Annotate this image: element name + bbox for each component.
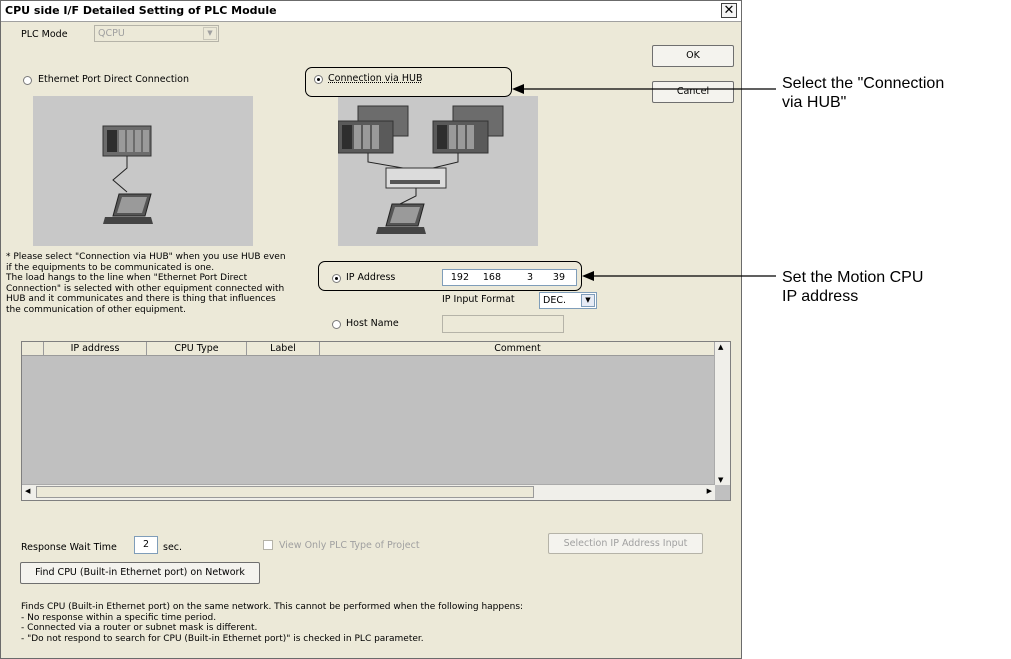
direct-connection-label: Ethernet Port Direct Connection [38, 74, 190, 85]
col-cpu-type[interactable]: CPU Type [147, 342, 247, 355]
selection-ip-input-button[interactable]: Selection IP Address Input [548, 533, 703, 554]
hub-note: * Please select "Connection via HUB" whe… [6, 252, 318, 315]
find-cpu-button[interactable]: Find CPU (Built-in Ethernet port) on Net… [20, 562, 260, 584]
ip-format-value: DEC. [543, 295, 566, 306]
cpu-list-table[interactable]: IP address CPU Type Label Comment ▲ ▼ ◀ … [21, 341, 731, 501]
ip-format-select[interactable]: DEC. ▼ [539, 292, 597, 309]
hub-arrow-icon [512, 84, 776, 94]
direct-connection-image [33, 96, 253, 246]
scroll-left-icon[interactable]: ◀ [25, 487, 30, 495]
find-note-line: - "Do not respond to search for CPU (Bui… [21, 633, 424, 644]
scroll-down-icon[interactable]: ▼ [718, 476, 723, 484]
response-wait-label: Response Wait Time [21, 542, 117, 553]
col-comment[interactable]: Comment [320, 342, 715, 355]
hub-diagram-icon [337, 105, 504, 234]
vertical-scrollbar[interactable]: ▲ ▼ [714, 342, 730, 485]
ip-arrow-icon [582, 271, 776, 281]
ip-annotation-line: IP address [782, 288, 859, 305]
row-header-cell [22, 342, 44, 355]
scroll-right-icon[interactable]: ▶ [707, 487, 712, 495]
hub-connection-image [337, 96, 538, 246]
hub-callout-box [305, 67, 512, 97]
col-label[interactable]: Label [247, 342, 320, 355]
find-note: Finds CPU (Built-in Ethernet port) on th… [21, 602, 731, 644]
scroll-thumb[interactable] [36, 486, 534, 498]
horizontal-scrollbar[interactable]: ◀ ▶ [22, 484, 715, 500]
host-name-label: Host Name [346, 318, 399, 329]
find-note-line: - No response within a specific time per… [21, 612, 217, 623]
plc-mode-select[interactable]: QCPU ▼ [94, 25, 219, 42]
hub-annotation-line: Select the "Connection [782, 75, 945, 92]
direct-diagram-icon [102, 125, 153, 224]
ip-annotation: Set the Motion CPU IP address [782, 268, 923, 306]
host-name-radio[interactable] [332, 320, 341, 329]
find-note-line: Finds CPU (Built-in Ethernet port) on th… [21, 602, 524, 612]
chevron-down-icon: ▼ [203, 27, 217, 40]
ip-callout-box [318, 261, 582, 291]
response-wait-unit: sec. [163, 542, 183, 553]
host-name-input[interactable] [442, 315, 564, 333]
view-only-label: View Only PLC Type of Project [279, 540, 420, 551]
note-line: the communication of other equipment. [6, 304, 187, 315]
plc-mode-value: QCPU [98, 28, 125, 39]
chevron-down-icon: ▼ [581, 294, 595, 307]
hub-annotation: Select the "Connection via HUB" [782, 74, 944, 112]
ok-button[interactable]: OK [652, 45, 734, 67]
note-line: The load hangs to the line when "Etherne… [6, 273, 248, 283]
dialog-title: CPU side I/F Detailed Setting of PLC Mod… [5, 4, 277, 17]
col-ip-address[interactable]: IP address [44, 342, 147, 355]
find-note-line: - Connected via a router or subnet mask … [21, 623, 258, 633]
note-line: HUB and it communicates and there is thi… [6, 294, 276, 304]
plc-mode-label: PLC Mode [21, 29, 68, 40]
note-line: * Please select "Connection via HUB" whe… [6, 252, 286, 262]
direct-connection-radio[interactable] [23, 76, 32, 85]
view-only-checkbox[interactable] [263, 540, 273, 550]
note-line: Connection" is selected with other equip… [6, 283, 285, 294]
hub-annotation-line: via HUB" [782, 94, 847, 111]
title-bar: CPU side I/F Detailed Setting of PLC Mod… [1, 1, 741, 22]
close-button[interactable]: ✕ [721, 3, 737, 18]
note-line: if the equipments to be communicated is … [6, 262, 215, 273]
table-header: IP address CPU Type Label Comment [22, 342, 715, 356]
scroll-up-icon[interactable]: ▲ [718, 343, 723, 351]
ip-format-label: IP Input Format [442, 294, 515, 305]
ip-annotation-line: Set the Motion CPU [782, 269, 924, 286]
response-wait-input[interactable]: 2 [134, 536, 158, 554]
